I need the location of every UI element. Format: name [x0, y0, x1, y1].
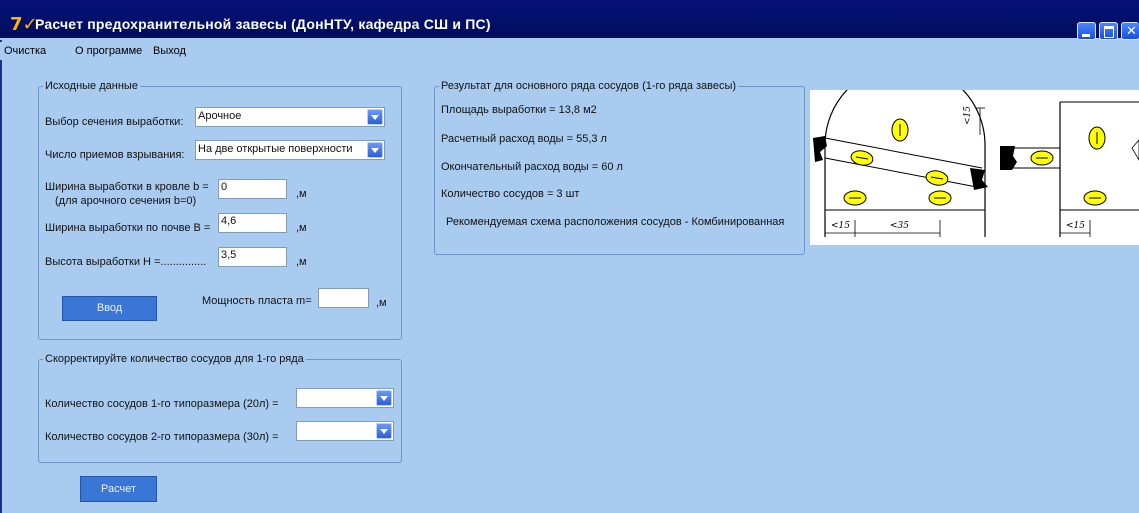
calculate-button[interactable]: Расчет: [80, 476, 157, 502]
blast-label: Число приемов взрывания:: [45, 149, 185, 161]
dim-top: <15: [963, 106, 973, 125]
roof-width-input[interactable]: 0: [218, 179, 287, 199]
menu-bar: Очистка О программе Выход: [0, 42, 1139, 60]
title-bar: 7✓ Расчет предохранительной завесы (ДонН…: [0, 0, 1139, 40]
height-unit: ,м: [296, 256, 307, 268]
enter-button[interactable]: Ввод: [62, 296, 157, 321]
chevron-down-icon[interactable]: [376, 423, 392, 439]
seam-thickness-label: Мощность пласта m=: [202, 295, 312, 307]
dim-middle: <35: [890, 221, 909, 231]
section-select[interactable]: Арочное: [195, 107, 385, 127]
floor-width-unit: ,м: [296, 222, 307, 234]
chevron-down-icon[interactable]: [367, 109, 383, 125]
vessel-type2-label: Количество сосудов 2-го типоразмера (30л…: [45, 431, 279, 443]
section-label: Выбор сечения выработки:: [45, 116, 184, 128]
minimize-button[interactable]: [1077, 22, 1096, 40]
result-scheme: Рекомендуемая схема расположения сосудов…: [446, 216, 785, 228]
vessel-correction-legend: Скорректируйте количество сосудов для 1-…: [45, 353, 304, 365]
input-data-legend: Исходные данные: [45, 80, 138, 92]
results-legend: Результат для основного ряда сосудов (1-…: [441, 80, 737, 92]
result-vessels: Количество сосудов = 3 шт: [441, 188, 580, 200]
height-input[interactable]: 3,5: [218, 247, 287, 267]
close-button[interactable]: ✕: [1121, 22, 1139, 40]
chevron-down-icon[interactable]: [367, 142, 383, 158]
menu-exit[interactable]: Выход: [153, 45, 186, 57]
roof-width-label: Ширина выработки в кровле b =: [45, 181, 209, 193]
close-icon: ✕: [1126, 23, 1137, 38]
floor-width-label: Ширина выработки по почве B =: [45, 222, 211, 234]
seam-thickness-input[interactable]: [318, 288, 369, 308]
result-area: Площадь выработки = 13,8 м2: [441, 104, 597, 116]
vessel-type1-label: Количество сосудов 1-го типоразмера (20л…: [45, 398, 279, 410]
window-left-border: [0, 40, 2, 513]
roof-width-note: (для арочного сечения b=0): [55, 195, 197, 207]
floor-width-input[interactable]: 4,6: [218, 213, 287, 233]
menu-clear[interactable]: Очистка: [4, 45, 46, 57]
blast-select-value: На две открытые поверхности: [198, 143, 353, 155]
result-water-final: Окончательный расход воды = 60 л: [441, 161, 623, 173]
vessel-scheme-image: <15 <15 <35 <15: [810, 64, 1139, 245]
seam-thickness-unit: ,м: [376, 297, 387, 309]
dim-left: <15: [831, 221, 850, 231]
chevron-down-icon[interactable]: [376, 390, 392, 406]
roof-width-unit: ,м: [296, 188, 307, 200]
app-icon: 7✓: [10, 14, 38, 35]
menu-about[interactable]: О программе: [75, 45, 142, 57]
vessel-scheme-drawing: <15 <15 <35 <15: [813, 64, 1139, 237]
vessel-type2-select[interactable]: [296, 421, 394, 441]
blast-select[interactable]: На две открытые поверхности: [195, 140, 385, 160]
section-select-value: Арочное: [198, 110, 242, 122]
window-title: Расчет предохранительной завесы (ДонНТУ,…: [35, 16, 491, 32]
dim-right: <15: [1066, 221, 1085, 231]
maximize-button[interactable]: [1099, 22, 1118, 40]
result-water-calc: Расчетный расход воды = 55,3 л: [441, 133, 607, 145]
vessel-type1-select[interactable]: [296, 388, 394, 408]
height-label: Высота выработки H =...............: [45, 256, 207, 268]
